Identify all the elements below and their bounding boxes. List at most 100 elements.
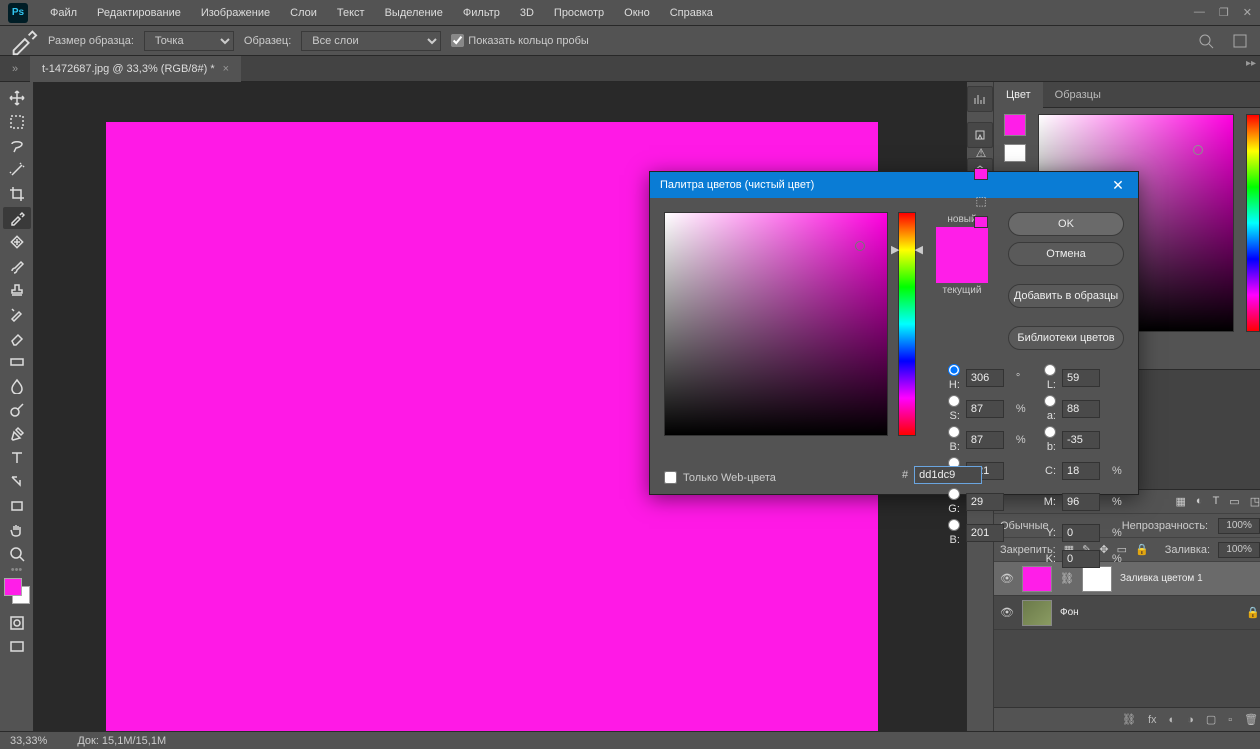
- tab-close-icon[interactable]: ×: [223, 63, 229, 75]
- blur-tool[interactable]: [3, 375, 31, 397]
- mask-icon[interactable]: ◐: [1169, 714, 1176, 726]
- cancel-button[interactable]: Отмена: [1008, 242, 1124, 266]
- gamut-warning-icon[interactable]: ⚠: [974, 146, 988, 160]
- picker-color-field[interactable]: [664, 212, 888, 436]
- new-layer-icon[interactable]: ▫: [1228, 714, 1232, 726]
- add-swatch-button[interactable]: Добавить в образцы: [1008, 284, 1124, 308]
- blue-radio[interactable]: [948, 519, 960, 531]
- marquee-tool[interactable]: [3, 111, 31, 133]
- layer-name[interactable]: Фон: [1060, 607, 1079, 618]
- adjustment-icon[interactable]: ◑: [1187, 714, 1194, 726]
- websafe-icon[interactable]: ⬚: [974, 194, 988, 208]
- filter-shape-icon[interactable]: ▭: [1229, 495, 1239, 508]
- bval-input[interactable]: [966, 431, 1004, 449]
- tab-overflow-icon[interactable]: »: [0, 63, 30, 75]
- menu-filter[interactable]: Фильтр: [453, 7, 510, 19]
- websafe-swatch[interactable]: [974, 216, 988, 228]
- menu-file[interactable]: Файл: [40, 7, 87, 19]
- menu-layers[interactable]: Слои: [280, 7, 327, 19]
- opacity-input[interactable]: [1218, 518, 1260, 534]
- eyedropper-tool[interactable]: [3, 207, 31, 229]
- zoom-status[interactable]: 33,33%: [10, 735, 47, 747]
- trash-icon[interactable]: 🗑: [1244, 713, 1258, 726]
- fill-input[interactable]: [1218, 542, 1260, 558]
- blue-input[interactable]: [966, 524, 1004, 542]
- sample-target-select[interactable]: Все слои: [301, 31, 441, 51]
- gradient-tool[interactable]: [3, 351, 31, 373]
- new-current-swatch[interactable]: [936, 227, 988, 283]
- filter-adjust-icon[interactable]: ◐: [1196, 495, 1203, 508]
- hex-input[interactable]: [914, 466, 982, 484]
- b-radio[interactable]: [948, 426, 960, 438]
- layer-row[interactable]: 👁 Фон 🔒: [994, 596, 1260, 630]
- document-tab[interactable]: t-1472687.jpg @ 33,3% (RGB/8#) * ×: [30, 56, 241, 82]
- frame-icon[interactable]: [1228, 29, 1252, 53]
- dialog-close-icon[interactable]: ✕: [1108, 177, 1128, 194]
- filter-type-icon[interactable]: T: [1213, 495, 1220, 508]
- menu-select[interactable]: Выделение: [375, 7, 453, 19]
- panel-bg-swatch[interactable]: [1004, 144, 1026, 162]
- ok-button[interactable]: OK: [1008, 212, 1124, 236]
- y-input[interactable]: [1062, 524, 1100, 542]
- crop-tool[interactable]: [3, 183, 31, 205]
- web-only-checkbox[interactable]: Только Web-цвета: [664, 471, 776, 484]
- layer-thumb[interactable]: [1022, 600, 1052, 626]
- dodge-tool[interactable]: [3, 399, 31, 421]
- s-radio[interactable]: [948, 395, 960, 407]
- zoom-tool[interactable]: [3, 543, 31, 565]
- screenmode-tool[interactable]: [3, 636, 31, 658]
- eraser-tool[interactable]: [3, 327, 31, 349]
- type-tool[interactable]: [3, 447, 31, 469]
- menu-3d[interactable]: 3D: [510, 7, 544, 19]
- s-input[interactable]: [966, 400, 1004, 418]
- h-input[interactable]: [966, 369, 1004, 387]
- lasso-tool[interactable]: [3, 135, 31, 157]
- picker-hue-slider[interactable]: ▶◀: [898, 212, 916, 436]
- filter-image-icon[interactable]: ▦: [1176, 495, 1186, 508]
- l-radio[interactable]: [1044, 364, 1056, 376]
- doc-size-status[interactable]: Док: 15,1M/15,1M: [77, 735, 166, 747]
- tab-swatches[interactable]: Образцы: [1043, 82, 1113, 108]
- menu-text[interactable]: Текст: [327, 7, 375, 19]
- maximize-icon[interactable]: ❐: [1219, 6, 1229, 19]
- quickmask-tool[interactable]: [3, 612, 31, 634]
- color-swatches[interactable]: [4, 578, 30, 604]
- fx-icon[interactable]: fx: [1148, 714, 1157, 726]
- lab-b-radio[interactable]: [1044, 426, 1056, 438]
- panel-fg-swatch[interactable]: [1004, 114, 1026, 136]
- m-input[interactable]: [1062, 493, 1100, 511]
- link-layers-icon[interactable]: ⛓: [1122, 713, 1136, 726]
- healing-tool[interactable]: [3, 231, 31, 253]
- tool-overflow[interactable]: •••: [3, 567, 31, 573]
- group-icon[interactable]: ▢: [1206, 713, 1216, 726]
- k-input[interactable]: [1062, 550, 1100, 568]
- filter-smart-icon[interactable]: ◳: [1250, 495, 1260, 508]
- show-ring-checkbox[interactable]: Показать кольцо пробы: [451, 34, 589, 47]
- lab-b-input[interactable]: [1062, 431, 1100, 449]
- a-radio[interactable]: [1044, 395, 1056, 407]
- dock-histogram-icon[interactable]: [967, 86, 993, 112]
- menu-help[interactable]: Справка: [660, 7, 723, 19]
- close-icon[interactable]: ✕: [1243, 6, 1252, 19]
- panel-hue-slider[interactable]: [1246, 114, 1260, 332]
- g-radio[interactable]: [948, 488, 960, 500]
- history-brush-tool[interactable]: [3, 303, 31, 325]
- g-input[interactable]: [966, 493, 1004, 511]
- path-tool[interactable]: [3, 471, 31, 493]
- tab-color[interactable]: Цвет: [994, 82, 1043, 108]
- hand-tool[interactable]: [3, 519, 31, 541]
- h-radio[interactable]: [948, 364, 960, 376]
- sample-size-select[interactable]: Точка: [144, 31, 234, 51]
- l-input[interactable]: [1062, 369, 1100, 387]
- menu-view[interactable]: Просмотр: [544, 7, 614, 19]
- color-libraries-button[interactable]: Библиотеки цветов: [1008, 326, 1124, 350]
- menu-image[interactable]: Изображение: [191, 7, 280, 19]
- foreground-color-swatch[interactable]: [4, 578, 22, 596]
- stamp-tool[interactable]: [3, 279, 31, 301]
- pen-tool[interactable]: [3, 423, 31, 445]
- rectangle-tool[interactable]: [3, 495, 31, 517]
- menu-window[interactable]: Окно: [614, 7, 660, 19]
- c-input[interactable]: [1062, 462, 1100, 480]
- gamut-fix-swatch[interactable]: [974, 168, 988, 180]
- minimize-icon[interactable]: —: [1194, 6, 1205, 19]
